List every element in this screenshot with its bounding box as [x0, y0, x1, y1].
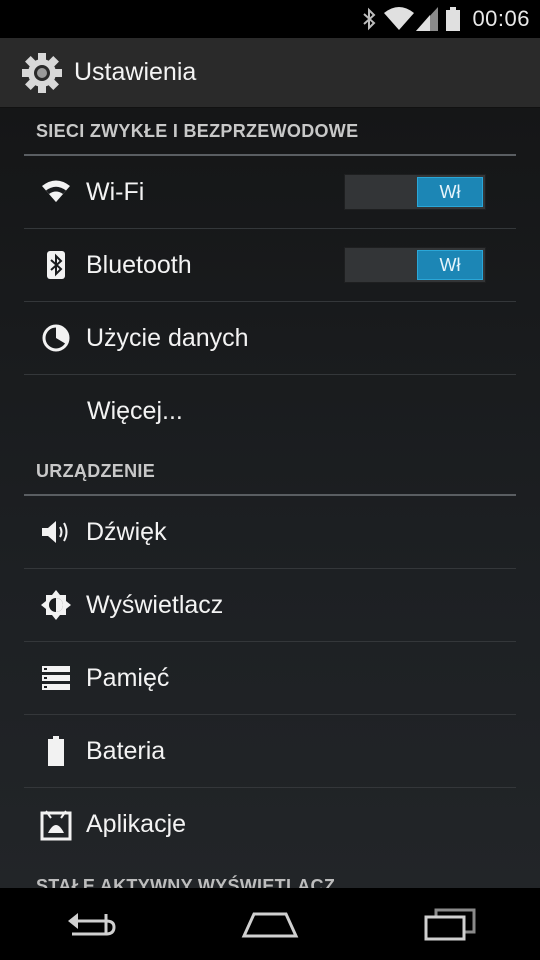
wifi-icon [36, 172, 76, 212]
settings-item-bluetooth[interactable]: Bluetooth Wł [24, 229, 516, 302]
wifi-toggle[interactable]: Wł [344, 174, 486, 210]
settings-item-label: Więcej... [87, 397, 183, 425]
toggle-knob: Wł [417, 177, 483, 207]
settings-item-label: Pamięć [86, 663, 170, 692]
section-header-label: URZĄDZENIE [36, 460, 155, 481]
settings-item-battery[interactable]: Bateria [24, 715, 516, 788]
storage-icon [36, 658, 76, 698]
settings-item-label: Wyświetlacz [86, 590, 224, 619]
settings-item-apps[interactable]: Aplikacje [24, 788, 516, 861]
section-header-always-on-display: STAŁE AKTYWNY WYŚWIETLACZ [36, 876, 336, 888]
section-header-label: SIECI ZWYKŁE I BEZPRZEWODOWE [36, 120, 359, 141]
data-usage-icon [36, 318, 76, 358]
home-icon[interactable] [225, 899, 315, 949]
settings-list[interactable]: SIECI ZWYKŁE I BEZPRZEWODOWE Wi-Fi Wł Bl… [0, 108, 540, 888]
settings-item-data-usage[interactable]: Użycie danych [24, 302, 516, 375]
speaker-icon [36, 512, 76, 552]
settings-item-wifi[interactable]: Wi-Fi Wł [24, 156, 516, 229]
gear-icon[interactable] [20, 51, 64, 95]
wifi-signal-icon [384, 7, 415, 31]
settings-item-label: Bluetooth [86, 250, 192, 279]
back-icon[interactable] [45, 899, 135, 949]
status-bar: 00:06 [0, 0, 540, 38]
settings-item-label: Bateria [86, 736, 166, 765]
battery-icon [36, 731, 76, 771]
bluetooth-toggle[interactable]: Wł [344, 247, 486, 283]
recents-icon[interactable] [405, 899, 495, 949]
action-bar: Ustawienia [0, 38, 540, 108]
battery-icon [446, 7, 461, 31]
section-header-networks: SIECI ZWYKŁE I BEZPRZEWODOWE [24, 108, 516, 156]
settings-item-label: Aplikacje [86, 810, 187, 838]
page-title: Ustawienia [74, 58, 197, 86]
settings-item-sound[interactable]: Dźwięk [24, 496, 516, 569]
section-header-device: URZĄDZENIE [24, 448, 516, 496]
settings-item-display[interactable]: Wyświetlacz [24, 569, 516, 642]
toggle-knob: Wł [417, 250, 483, 280]
apps-icon [36, 805, 76, 845]
status-clock: 00:06 [472, 6, 530, 31]
bluetooth-icon [362, 7, 376, 31]
cell-signal-icon [416, 7, 439, 31]
settings-item-label: Użycie danych [86, 323, 249, 352]
navigation-bar [0, 888, 540, 960]
bluetooth-icon [36, 245, 76, 285]
settings-item-more[interactable]: Więcej... [24, 375, 516, 448]
settings-item-storage[interactable]: Pamięć [24, 642, 516, 715]
settings-item-label: Wi-Fi [86, 177, 145, 206]
settings-item-label: Dźwięk [86, 517, 167, 546]
brightness-icon [36, 585, 76, 625]
